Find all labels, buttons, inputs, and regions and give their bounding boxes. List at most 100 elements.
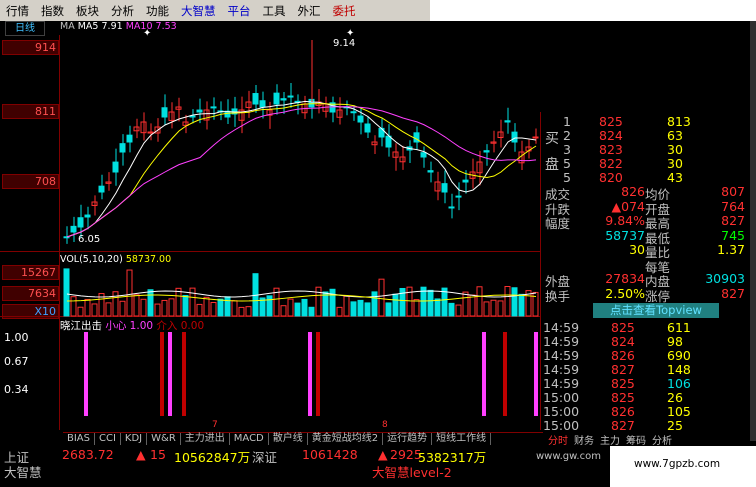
level-number: 5 [563,170,571,185]
candle-body [126,134,133,143]
quote-panel: 买 盘 1 825 813 2 824 63 3 823 30 5 822 30 5 820 43 成交 82… [540,112,751,433]
candle-body [287,95,294,98]
menu-item[interactable]: 指数 [35,3,70,19]
tick-volume: 25 [667,418,683,433]
candle-body [273,92,280,105]
volume-bar [140,298,147,317]
indicator-tab[interactable]: CCI [95,433,121,445]
topview-button[interactable]: 点击查看Topview [593,303,719,318]
menu-item[interactable]: 大智慧 [175,3,222,19]
level2-label: 大智慧level-2 [372,465,452,480]
volume-bar [350,301,357,317]
level-price: 822 [599,156,623,171]
indicator-tab[interactable]: KDJ [121,433,148,445]
vol-value: 58737.00 [125,254,172,265]
volume-bar [427,289,434,317]
menu-bar: 行情 指数 板块 分析 功能 大智慧 平台 工具 外汇 委托 [0,0,430,21]
candle-body [210,106,217,109]
menu-item[interactable]: 委托 [327,3,362,19]
candle-body [504,120,511,123]
panel-side-label: 盘 [545,157,559,173]
volume-bar [119,300,126,317]
volume-bar [497,300,504,317]
candle-body [455,195,462,198]
right-scrollbar[interactable] [750,21,756,441]
candle-body [259,100,266,108]
period-tab[interactable]: 日线 [5,21,45,36]
menu-item[interactable]: 工具 [257,3,292,19]
candle-body [98,185,105,193]
signal-bar [168,332,172,416]
volume-bar [308,306,315,317]
menu-item[interactable]: 平台 [222,3,257,19]
buy-side-label: 买 [545,131,559,147]
sh-index-value: 2683.72 [62,447,114,462]
volume-bar [231,300,238,317]
level-volume: 813 [667,114,691,129]
brand-label: 大智慧 [4,465,42,480]
tick-time: 15:00 [543,390,580,405]
stat-label: 幅度 [545,216,571,231]
title-area [430,0,756,21]
level-price: 820 [599,170,623,185]
tick-volume: 148 [667,362,691,377]
indicator-tab[interactable]: 短线工作线 [432,433,492,445]
stat-value: 1.37 [717,242,745,257]
candle-body [462,179,469,183]
tick-time: 14:59 [543,320,580,335]
ma-label: MA [60,21,75,32]
tick-time: 14:59 [543,376,580,391]
volume-bar [343,295,350,317]
tick-price: 825 [611,390,635,405]
vol-label: VOL(5,10,20) [60,254,123,265]
volume-bar [476,286,483,317]
volume-bar [448,302,455,317]
candle-body [385,135,392,148]
sz-index-label[interactable]: 深证 [252,447,277,466]
volume-bar [203,296,210,317]
volume-bar [385,302,392,317]
vol-legend: VOL(5,10,20) 58737.00 [60,254,171,265]
candle-body [364,123,371,133]
right-tabs: 分时 财务 主力 筹码 分析 [548,432,678,447]
menu-item[interactable]: 行情 [0,3,35,19]
indicator-tab[interactable]: BIAS [63,433,95,445]
sh-index-amount: 10562847万 [174,450,251,465]
tick-volume: 98 [667,334,683,349]
tick-volume: 106 [667,376,691,391]
indicator-tab[interactable]: 主力进出 [181,433,230,445]
x-axis-label: 7 [212,420,218,430]
volume-bar [490,299,497,317]
left-axis: 914 811 708 15267 7634 X10 1.00 0.67 0.3… [0,35,540,430]
stat-value: 764 [721,198,745,214]
stat-value: ▲074 [611,198,645,214]
stat-value: 9.84% [605,213,645,228]
indicator-tab[interactable]: 运行趋势 [383,433,433,445]
indicator-tab[interactable]: 黄金短战均线2 [308,433,384,445]
volume-bar [245,306,252,317]
tick-volume: 611 [667,320,691,335]
indicator-tab[interactable]: W&R [147,433,181,445]
volume-bar [217,298,224,317]
volume-bar [266,295,273,317]
indicator-tab[interactable]: MACD [230,433,269,445]
signal-axis-label: 0.34 [4,383,29,396]
volume-bar [413,299,420,317]
site-label[interactable]: www.gw.com [536,451,601,462]
menu-item[interactable]: 外汇 [292,3,327,19]
menu-item[interactable]: 功能 [140,3,175,19]
candle-body [70,225,77,233]
level-volume: 63 [667,128,683,143]
indicator-tab[interactable]: 散户线 [269,433,308,445]
volume-bar [378,278,385,317]
signal-bar [84,332,88,416]
menu-item[interactable]: 分析 [105,3,140,19]
ma-legend: MA MA5 7.91 MA10 7.53 [60,21,177,32]
sh-index-change: 15 [150,447,166,462]
price-chart[interactable] [60,32,540,432]
vol-axis-label: 15267 [2,265,59,280]
volume-bar [364,302,371,317]
candle-body [252,93,259,105]
watermark: www.7gpzb.com [610,446,756,487]
menu-item[interactable]: 板块 [70,3,105,19]
